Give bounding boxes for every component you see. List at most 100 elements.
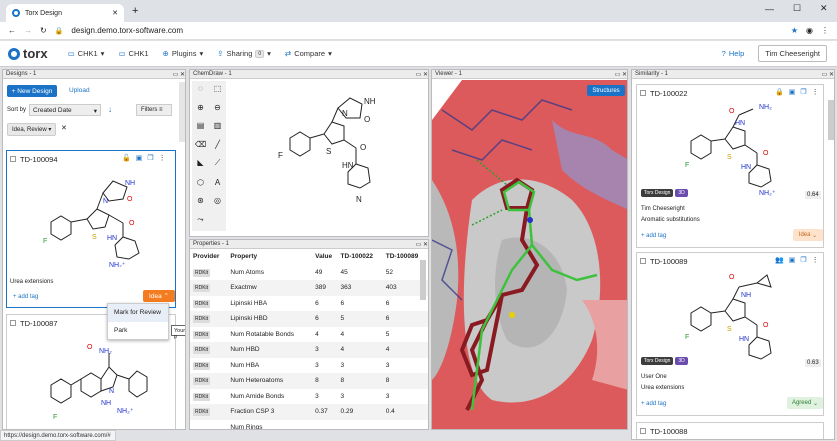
column-header[interactable]: Value bbox=[312, 249, 337, 265]
status-button[interactable]: Idea ⌄ bbox=[793, 229, 823, 241]
status-button[interactable]: Idea ⌃ bbox=[143, 290, 175, 302]
menu-item-park[interactable]: Park bbox=[108, 322, 168, 340]
more-icon[interactable]: ⋮ bbox=[159, 154, 166, 162]
table-cell: 363 bbox=[337, 280, 383, 296]
design-id[interactable]: TD-100088 bbox=[650, 427, 688, 436]
id-card-icon[interactable]: ▣ bbox=[789, 256, 796, 264]
molecule-structure: O NH O S HN F bbox=[685, 274, 772, 360]
url-text[interactable]: design.demo.torx-software.com bbox=[71, 26, 183, 35]
panel-window-icons[interactable]: ▭ ✕ bbox=[416, 71, 428, 78]
status-button[interactable]: Agreed ⌄ bbox=[787, 397, 823, 409]
table-row: RDKit Num HBD 3 4 4 bbox=[190, 342, 428, 358]
ring-tool-icon[interactable]: ⬡ bbox=[192, 178, 209, 194]
people-icon[interactable]: 👥 bbox=[775, 256, 784, 264]
eraser-icon[interactable]: ⌫ bbox=[192, 140, 209, 156]
design-checkbox[interactable] bbox=[10, 156, 16, 162]
bond-tool-icon[interactable]: ╱ bbox=[209, 140, 226, 156]
compare-button[interactable]: ⇄ Compare ▾ bbox=[285, 49, 332, 58]
sharing-button[interactable]: ⇪ Sharing 0 ▾ bbox=[217, 49, 271, 58]
design-id[interactable]: TD-100087 bbox=[20, 319, 58, 328]
molecule-structure: F S N NH O O HN NH₂⁺ bbox=[43, 180, 140, 267]
profile-icon[interactable]: ◉ bbox=[806, 26, 813, 35]
plugins-button[interactable]: ⊕ Plugins ▾ bbox=[163, 49, 204, 58]
clean-icon[interactable]: ▥ bbox=[209, 121, 226, 137]
design-id[interactable]: TD-100089 bbox=[650, 257, 688, 266]
reload-icon[interactable]: ↻ bbox=[40, 26, 47, 35]
charge-tool-icon[interactable]: ⊛ bbox=[192, 196, 209, 212]
menu-dots-icon[interactable]: ⋮ bbox=[821, 26, 829, 35]
more-icon[interactable]: ⋮ bbox=[812, 256, 819, 264]
similar-design-card[interactable]: TD-100088 bbox=[636, 422, 824, 439]
copy-icon[interactable]: ❐ bbox=[147, 154, 153, 162]
scrollbar[interactable] bbox=[420, 260, 426, 300]
add-tag-link[interactable]: + add tag bbox=[641, 401, 666, 407]
column-header[interactable]: Provider bbox=[190, 249, 227, 265]
panel-window-icons[interactable]: ▭ ✕ bbox=[173, 71, 185, 78]
user-menu[interactable]: Tim Cheeseright bbox=[758, 45, 827, 62]
3d-structure-viewer[interactable] bbox=[432, 80, 628, 430]
new-design-button[interactable]: + New Design bbox=[7, 85, 57, 97]
design-checkbox[interactable] bbox=[640, 90, 646, 96]
lock-icon[interactable]: 🔒 bbox=[775, 88, 784, 96]
svg-text:F: F bbox=[53, 414, 57, 421]
bookmark-star-icon[interactable]: ★ bbox=[791, 26, 798, 35]
forward-icon[interactable]: → bbox=[24, 26, 32, 35]
properties-table: Provider Property Value TD-100022 TD-100… bbox=[190, 249, 428, 429]
filter-chip[interactable]: Idea, Review ▾ bbox=[7, 123, 57, 136]
wedge-bond-icon[interactable]: ◣ bbox=[192, 158, 209, 175]
design-checkbox[interactable] bbox=[10, 320, 16, 326]
design-card[interactable]: TD-100094 🔓 ▣ ❐ ⋮ F S N NH O O HN NH₂⁺ U… bbox=[6, 150, 176, 308]
copy-icon[interactable]: ❐ bbox=[800, 256, 806, 264]
copy-icon[interactable]: ❐ bbox=[800, 88, 806, 96]
reaction-tool-icon[interactable]: ⤳ bbox=[192, 215, 209, 232]
scrollbar[interactable] bbox=[828, 100, 834, 140]
torx-logo[interactable]: torx bbox=[8, 46, 48, 61]
design-checkbox[interactable] bbox=[640, 258, 646, 264]
chk1-target-button[interactable]: ▭ CHK1 bbox=[118, 49, 148, 58]
similar-design-card[interactable]: TD-100089 👥 ▣ ❐ ⋮ O NH O S HN F Torx Des… bbox=[636, 252, 824, 416]
column-header[interactable]: TD-100022 bbox=[338, 249, 383, 265]
maximize-icon[interactable]: ☐ bbox=[793, 3, 801, 14]
add-tag-link[interactable]: + add tag bbox=[13, 294, 38, 300]
new-tab-icon[interactable]: + bbox=[132, 5, 138, 17]
sort-select[interactable]: Created Date ▾ bbox=[29, 104, 101, 116]
column-header[interactable]: Property bbox=[227, 249, 312, 265]
paste-icon[interactable]: ▤ bbox=[192, 121, 209, 137]
design-id[interactable]: TD-100022 bbox=[650, 89, 688, 98]
zoom-in-icon[interactable]: ⊕ bbox=[192, 103, 209, 119]
window-close-icon[interactable]: ✕ bbox=[820, 3, 828, 14]
browser-tab[interactable]: Torx Design ✕ bbox=[6, 4, 124, 22]
help-link[interactable]: ? Help bbox=[722, 49, 745, 58]
unlock-icon[interactable]: 🔓 bbox=[122, 154, 131, 162]
table-cell: 0.29 bbox=[337, 404, 383, 420]
design-checkbox[interactable] bbox=[640, 428, 646, 434]
panel-window-icons[interactable]: ▭ ✕ bbox=[822, 71, 834, 78]
structures-button[interactable]: Structures bbox=[587, 85, 625, 96]
marquee-tool-icon[interactable]: ⬚ bbox=[209, 84, 226, 100]
menu-item-mark-for-review[interactable]: Mark for Review bbox=[108, 304, 168, 322]
id-card-icon[interactable]: ▣ bbox=[136, 154, 143, 162]
filter-icon: ≡ bbox=[159, 107, 163, 113]
sort-direction-icon[interactable]: ↓ bbox=[108, 105, 112, 114]
back-icon[interactable]: ← bbox=[8, 26, 16, 35]
text-tool-icon[interactable]: A bbox=[209, 178, 226, 194]
design-id[interactable]: TD-100094 bbox=[20, 155, 58, 164]
id-card-icon[interactable]: ▣ bbox=[789, 88, 796, 96]
panel-window-icons[interactable]: ▭ ✕ bbox=[615, 71, 627, 78]
lasso-tool-icon[interactable]: ◌ bbox=[192, 84, 209, 100]
zoom-out-icon[interactable]: ⊖ bbox=[209, 103, 226, 119]
upload-button[interactable]: Upload bbox=[69, 87, 90, 94]
more-icon[interactable]: ⋮ bbox=[812, 88, 819, 96]
minimize-icon[interactable]: — bbox=[765, 4, 774, 14]
chain-tool-icon[interactable]: ⟋ bbox=[209, 158, 226, 175]
filters-button[interactable]: Filters ≡ bbox=[136, 104, 172, 116]
close-icon[interactable]: ✕ bbox=[112, 9, 118, 17]
panel-window-icons[interactable]: ▭ ✕ bbox=[416, 241, 428, 248]
similar-design-card[interactable]: TD-100022 🔒 ▣ ❐ ⋮ NH₂ O HN O S HN NH₂⁺ F… bbox=[636, 84, 824, 248]
scrollbar[interactable] bbox=[179, 82, 185, 142]
chk1-project-button[interactable]: ▭ CHK1 ▾ bbox=[68, 49, 105, 58]
design-description: Urea extensions bbox=[10, 279, 54, 285]
atom-map-icon[interactable]: ◎ bbox=[209, 196, 226, 212]
clear-filter-icon[interactable]: ✕ bbox=[61, 124, 67, 132]
add-tag-link[interactable]: + add tag bbox=[641, 233, 666, 239]
